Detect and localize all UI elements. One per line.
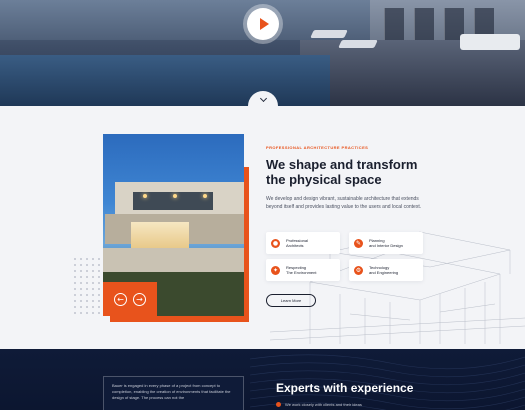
- feature-label: Technology and Engineering: [369, 265, 399, 275]
- feature-label: Respecting The Environment: [286, 265, 317, 275]
- chevron-down-icon: [259, 94, 267, 102]
- feature-card: ✎ Planning and Interior Design: [349, 232, 423, 254]
- gear-icon: ⚙: [354, 265, 363, 275]
- experts-heading-bold: Experts: [276, 381, 321, 395]
- house-light: [203, 194, 207, 198]
- hero-section: [0, 0, 525, 106]
- section-eyebrow: PROFESSIONAL ARCHITECTURE PRACTICES: [266, 145, 369, 150]
- wave-pattern: [250, 354, 525, 410]
- heading-text: We shape and: [266, 157, 357, 172]
- next-arrow-button[interactable]: →: [133, 292, 146, 306]
- experts-section: [0, 349, 525, 410]
- section-heading: We shape and transform the physical space: [266, 157, 506, 187]
- sofa: [460, 34, 520, 50]
- leaf-icon: ✦: [271, 265, 280, 275]
- experts-card: Bauer is engaged in every phase of a pro…: [103, 376, 244, 410]
- experts-bullet: We work closely with clients and their i…: [276, 402, 362, 407]
- experts-bullet-text: We work closely with clients and their i…: [285, 402, 362, 407]
- learn-more-button[interactable]: Learn More: [266, 294, 316, 307]
- planning-icon: ✎: [354, 238, 363, 248]
- heading-emphasis: transform: [356, 157, 418, 172]
- house-garage: [131, 222, 189, 248]
- feature-label: Planning and Interior Design: [369, 238, 403, 248]
- lounger: [310, 30, 348, 38]
- feature-card: ⚙ Technology and Engineering: [349, 259, 423, 281]
- bullet-icon: [276, 402, 281, 407]
- dot-pattern: [72, 256, 104, 316]
- section-lead: We develop and design vibrant, sustainab…: [266, 196, 422, 210]
- experts-heading-text: with experience: [320, 381, 414, 395]
- play-video-button[interactable]: [247, 8, 279, 40]
- prev-arrow-button[interactable]: ←: [114, 292, 127, 306]
- experts-heading: Experts with experience: [276, 381, 413, 395]
- architect-icon: ●: [271, 238, 280, 248]
- feature-card: ● Professional Architects: [266, 232, 340, 254]
- house-light: [143, 194, 147, 198]
- hero-pool: [0, 55, 330, 106]
- heading-emphasis: space: [344, 172, 382, 187]
- house-light: [173, 194, 177, 198]
- feature-card: ✦ Respecting The Environment: [266, 259, 340, 281]
- photo-nav: ← →: [103, 282, 157, 316]
- feature-label: Professional Architects: [286, 238, 309, 248]
- heading-text: the physical: [266, 172, 345, 187]
- house-photo: ← →: [103, 134, 244, 316]
- lounger: [338, 40, 378, 48]
- play-icon: [260, 18, 269, 30]
- experts-card-text: Bauer is engaged in every phase of a pro…: [112, 383, 231, 400]
